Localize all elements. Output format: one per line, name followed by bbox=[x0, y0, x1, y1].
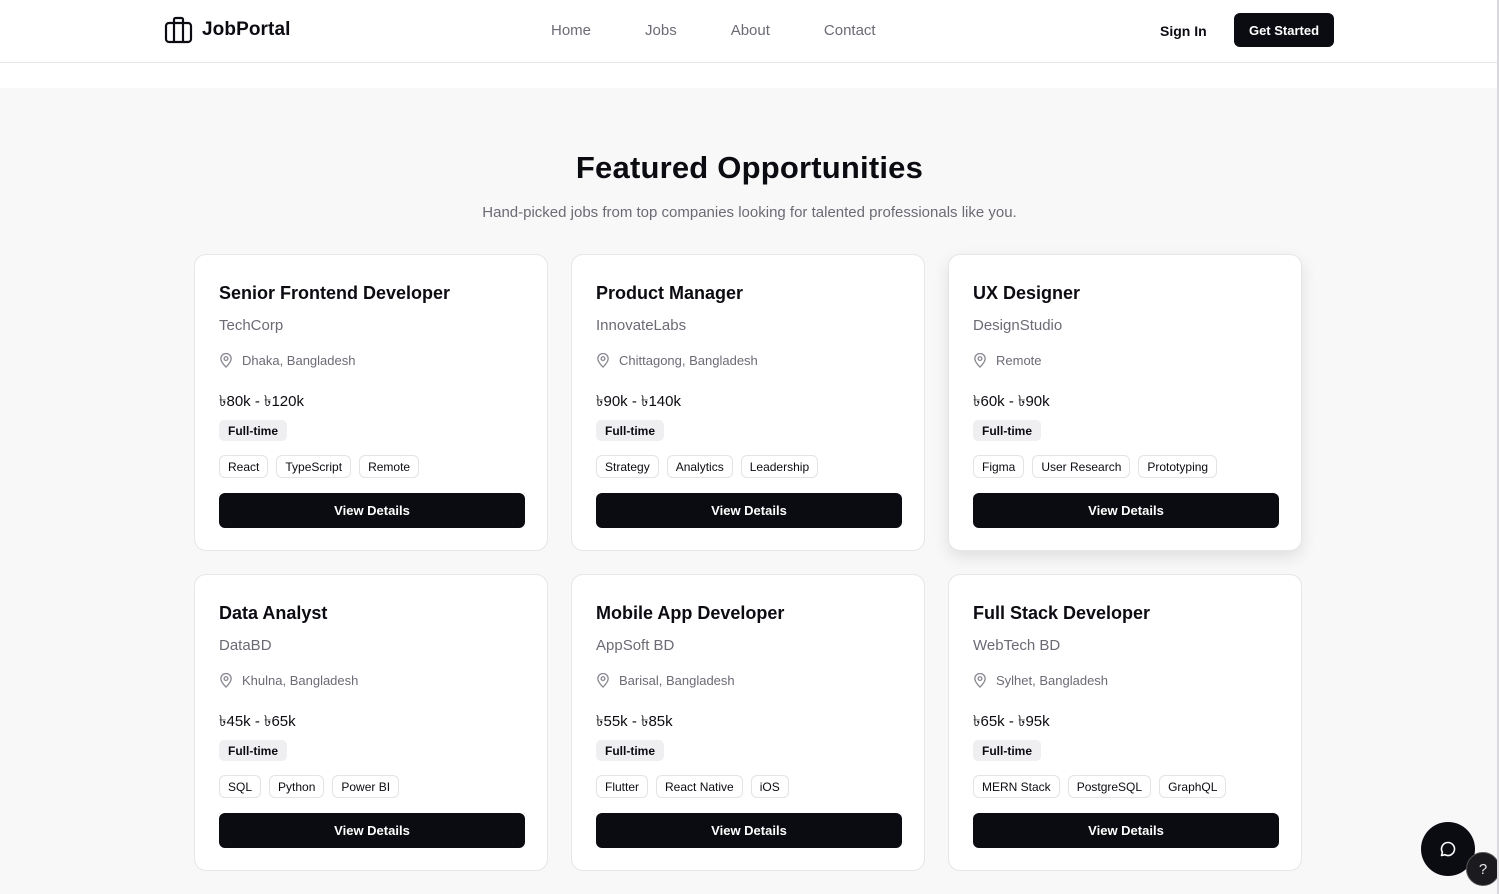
map-pin-icon bbox=[974, 353, 986, 368]
chat-bubble-icon bbox=[1440, 841, 1456, 857]
company-name: DesignStudio bbox=[973, 317, 1063, 334]
brand-name: JobPortal bbox=[202, 19, 291, 40]
skill-tag: TypeScript bbox=[276, 455, 352, 478]
job-type-badge: Full-time bbox=[973, 740, 1041, 761]
location-text: Barisal, Bangladesh bbox=[619, 673, 735, 688]
view-details-button[interactable]: View Details bbox=[219, 813, 525, 848]
company-name: InnovateLabs bbox=[596, 317, 687, 334]
skill-tags: Flutter React Native iOS bbox=[596, 775, 789, 798]
skill-tag: PostgreSQL bbox=[1067, 775, 1152, 798]
skill-tag: Flutter bbox=[596, 775, 649, 798]
job-cards-grid: Senior Frontend Developer TechCorp Dhaka… bbox=[194, 254, 1303, 871]
job-location: Remote bbox=[973, 353, 1042, 368]
salary-range: ৳60k - ৳90k bbox=[973, 393, 1050, 410]
top-navbar: JobPortal Home Jobs About Contact Sign I… bbox=[0, 0, 1499, 63]
skill-tags: Strategy Analytics Leadership bbox=[596, 455, 819, 478]
brand-logo[interactable]: JobPortal bbox=[164, 16, 291, 44]
view-details-button[interactable]: View Details bbox=[973, 813, 1279, 848]
job-title: Product Manager bbox=[596, 283, 744, 303]
get-started-button[interactable]: Get Started bbox=[1234, 13, 1334, 47]
nav-link-jobs[interactable]: Jobs bbox=[645, 22, 677, 39]
skill-tag: Power BI bbox=[332, 775, 400, 798]
company-name: WebTech BD bbox=[973, 637, 1061, 654]
job-title: Mobile App Developer bbox=[596, 603, 785, 623]
salary-range: ৳45k - ৳65k bbox=[219, 713, 296, 730]
salary-range: ৳55k - ৳85k bbox=[596, 713, 673, 730]
job-title: Full Stack Developer bbox=[973, 603, 1151, 623]
skill-tag: Remote bbox=[359, 455, 420, 478]
job-location: Chittagong, Bangladesh bbox=[596, 353, 758, 368]
view-details-button[interactable]: View Details bbox=[973, 493, 1279, 528]
map-pin-icon bbox=[597, 673, 609, 688]
help-button[interactable]: ? bbox=[1466, 852, 1499, 886]
section-title: Featured Opportunities bbox=[575, 150, 924, 185]
job-location: Dhaka, Bangladesh bbox=[219, 353, 355, 368]
skill-tags: Figma User Research Prototyping bbox=[973, 455, 1218, 478]
job-type-badge: Full-time bbox=[219, 740, 287, 761]
job-title: UX Designer bbox=[973, 283, 1081, 303]
company-name: DataBD bbox=[219, 637, 272, 654]
job-title: Senior Frontend Developer bbox=[219, 283, 451, 303]
skill-tag: MERN Stack bbox=[973, 775, 1060, 798]
skill-tag: Prototyping bbox=[1138, 455, 1218, 478]
salary-range: ৳80k - ৳120k bbox=[219, 393, 304, 410]
skill-tag: Python bbox=[269, 775, 325, 798]
job-type-badge: Full-time bbox=[219, 420, 287, 441]
company-name: AppSoft BD bbox=[596, 637, 675, 654]
job-type-badge: Full-time bbox=[596, 740, 664, 761]
job-card[interactable]: UX Designer DesignStudio Remote ৳60k - ৳… bbox=[948, 254, 1302, 551]
job-card[interactable]: Mobile App Developer AppSoft BD Barisal,… bbox=[571, 574, 925, 871]
job-card[interactable]: Full Stack Developer WebTech BD Sylhet, … bbox=[948, 574, 1302, 871]
job-type-badge: Full-time bbox=[596, 420, 664, 441]
skill-tag: Leadership bbox=[740, 455, 819, 478]
skill-tags: SQL Python Power BI bbox=[219, 775, 400, 798]
job-location: Khulna, Bangladesh bbox=[219, 673, 358, 688]
company-name: TechCorp bbox=[219, 317, 284, 334]
skill-tag: iOS bbox=[750, 775, 789, 798]
map-pin-icon bbox=[597, 353, 609, 368]
job-card[interactable]: Data Analyst DataBD Khulna, Bangladesh ৳… bbox=[194, 574, 548, 871]
nav-link-about[interactable]: About bbox=[731, 22, 770, 39]
location-text: Remote bbox=[996, 353, 1042, 368]
skill-tag: GraphQL bbox=[1159, 775, 1227, 798]
location-text: Sylhet, Bangladesh bbox=[996, 673, 1109, 688]
skill-tag: Figma bbox=[973, 455, 1025, 478]
job-card[interactable]: Senior Frontend Developer TechCorp Dhaka… bbox=[194, 254, 548, 551]
view-details-button[interactable]: View Details bbox=[219, 493, 525, 528]
location-text: Chittagong, Bangladesh bbox=[619, 353, 758, 368]
skill-tag: SQL bbox=[219, 775, 262, 798]
map-pin-icon bbox=[974, 673, 986, 688]
map-pin-icon bbox=[220, 353, 232, 368]
job-location: Barisal, Bangladesh bbox=[596, 673, 735, 688]
main-nav: Home Jobs About Contact bbox=[551, 22, 876, 39]
sign-in-link[interactable]: Sign In bbox=[1160, 23, 1207, 39]
job-card[interactable]: Product Manager InnovateLabs Chittagong,… bbox=[571, 254, 925, 551]
view-details-button[interactable]: View Details bbox=[596, 813, 902, 848]
skill-tags: React TypeScript Remote bbox=[219, 455, 420, 478]
featured-section: Featured Opportunities Hand-picked jobs … bbox=[0, 88, 1499, 894]
skill-tag: Analytics bbox=[666, 455, 733, 478]
nav-link-contact[interactable]: Contact bbox=[824, 22, 876, 39]
briefcase-icon bbox=[164, 16, 193, 44]
location-text: Khulna, Bangladesh bbox=[242, 673, 359, 688]
location-text: Dhaka, Bangladesh bbox=[242, 353, 356, 368]
job-title: Data Analyst bbox=[219, 603, 328, 623]
job-type-badge: Full-time bbox=[973, 420, 1041, 441]
salary-range: ৳65k - ৳95k bbox=[973, 713, 1050, 730]
map-pin-icon bbox=[220, 673, 232, 688]
view-details-button[interactable]: View Details bbox=[596, 493, 902, 528]
section-subtitle: Hand-picked jobs from top companies look… bbox=[482, 204, 1017, 221]
skill-tag: React bbox=[219, 455, 269, 478]
skill-tag: React Native bbox=[656, 775, 743, 798]
skill-tags: MERN Stack PostgreSQL GraphQL bbox=[973, 775, 1227, 798]
salary-range: ৳90k - ৳140k bbox=[596, 393, 681, 410]
skill-tag: Strategy bbox=[596, 455, 659, 478]
nav-link-home[interactable]: Home bbox=[551, 22, 591, 39]
skill-tag: User Research bbox=[1032, 455, 1131, 478]
job-location: Sylhet, Bangladesh bbox=[973, 673, 1108, 688]
